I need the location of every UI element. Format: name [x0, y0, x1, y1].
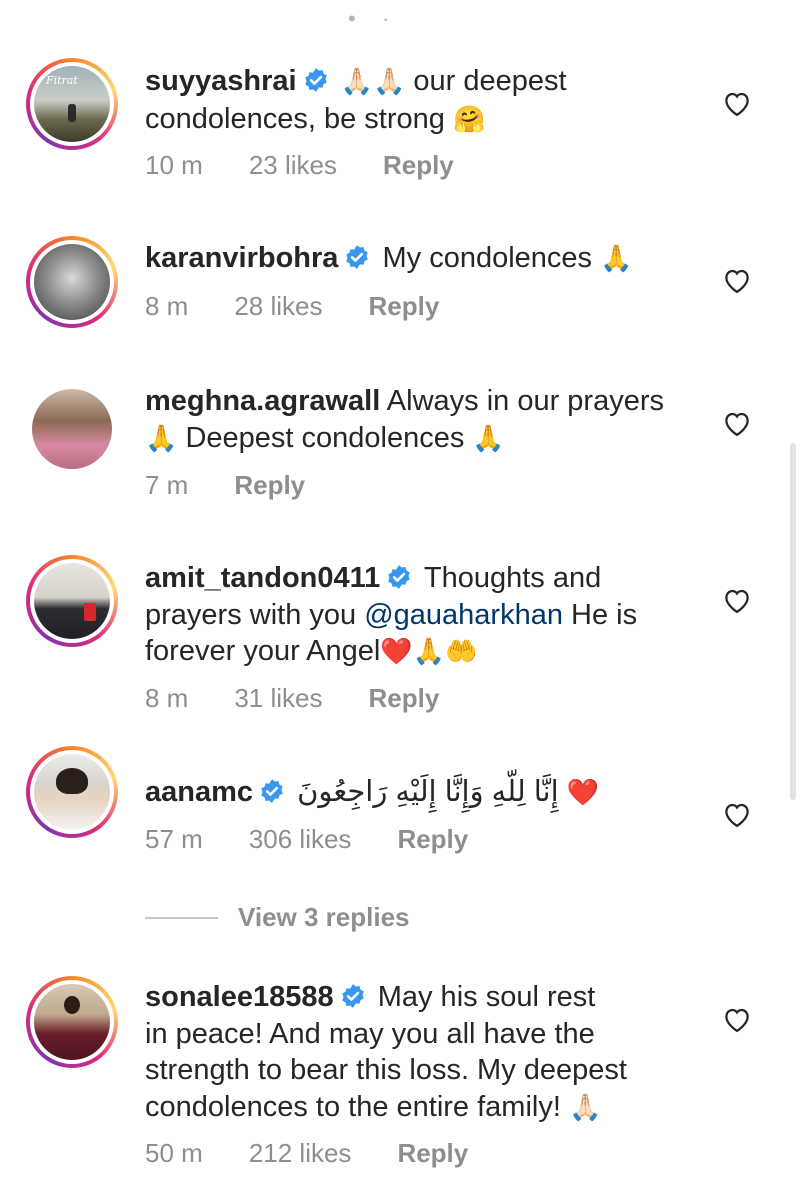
comment-body: Thoughts and [423, 562, 602, 594]
comment-likes[interactable]: 306 likes [249, 824, 352, 854]
heart-outline-icon[interactable] [722, 586, 752, 614]
comment-likes[interactable]: 28 likes [234, 291, 322, 321]
comment-body: Deepest condolences [185, 421, 465, 454]
comment-username[interactable]: karanvirbohra [145, 242, 338, 274]
avatar[interactable] [26, 555, 118, 647]
comment-likes[interactable]: 31 likes [234, 683, 322, 713]
comment-username[interactable]: aanamc [145, 776, 253, 808]
more-indicator-dots: • · [348, 6, 400, 31]
heart-outline-icon[interactable] [722, 266, 752, 294]
comment-text: aanamc إِنَّا لِلّهِ وَإِنَّا إِلَيْهِ ر… [145, 774, 685, 812]
comment-time: 50 m [145, 1138, 203, 1168]
verified-badge-icon [388, 565, 411, 589]
comment-text: amit_tandon0411 Thoughts and prayers wit… [145, 560, 685, 671]
view-replies-button[interactable]: View 3 replies [145, 902, 410, 933]
comment-likes[interactable]: 23 likes [249, 150, 337, 180]
mention-link[interactable]: @gauaharkhan [364, 599, 563, 631]
comment-username[interactable]: sonalee18588 [145, 981, 334, 1013]
comment-body: condolences, be strong [145, 102, 445, 135]
comment-body: Always in our prayers [386, 385, 664, 417]
comment-text: karanvirbohra My condolences 🙏 [145, 240, 685, 278]
verified-badge-icon [341, 984, 364, 1008]
heart-outline-icon[interactable] [722, 800, 752, 828]
comment-body: May his soul rest [377, 981, 596, 1013]
comment-time: 57 m [145, 824, 203, 854]
reply-button[interactable]: Reply [369, 683, 440, 713]
hugging-face-emoji: 🤗 [452, 104, 486, 135]
comment-body: prayers with you [145, 598, 357, 631]
comment-body: condolences to the entire family! [145, 1090, 561, 1123]
avatar[interactable] [26, 746, 118, 838]
comment-body: My condolences [382, 242, 593, 274]
heart-outline-icon[interactable] [722, 409, 752, 437]
comment-text: meghna.agrawall Always in our prayers 🙏 … [145, 383, 685, 457]
comment-username[interactable]: amit_tandon0411 [145, 562, 380, 594]
heart-hands-emoji: ❤️🙏🤲 [380, 637, 478, 667]
reply-button[interactable]: Reply [234, 470, 305, 500]
reply-button[interactable]: Reply [369, 291, 440, 321]
verified-badge-icon [346, 245, 369, 269]
comment-meta: 57 m 306 likes Reply [145, 824, 514, 855]
comment-meta: 8 m 28 likes Reply [145, 291, 485, 322]
heart-outline-icon[interactable] [722, 1005, 752, 1033]
reply-button[interactable]: Reply [397, 824, 468, 854]
comment-body: forever your Angel [145, 635, 381, 667]
comment-text: suyyashrai 🙏🏻🙏🏻 our deepest condolences,… [145, 63, 685, 138]
verified-badge-icon [304, 68, 327, 92]
folded-hands-emoji: 🙏 [145, 423, 178, 454]
comment-username[interactable]: suyyashrai [145, 65, 297, 97]
avatar[interactable]: Fitrat [26, 58, 118, 150]
divider [145, 916, 218, 919]
folded-hands-emoji: 🙏🏻 [568, 1092, 602, 1123]
comment-body: strength to bear this loss. My deepest [145, 1054, 627, 1086]
comment-body: He is [571, 598, 638, 631]
folded-hands-emoji: 🙏 [472, 423, 505, 454]
comment-username[interactable]: meghna.agrawall [145, 385, 380, 417]
heart-outline-icon[interactable] [722, 89, 752, 117]
reply-button[interactable]: Reply [383, 150, 454, 180]
comment-text: sonalee18588 May his soul rest in peace!… [145, 979, 685, 1126]
comment-meta: 50 m 212 likes Reply [145, 1138, 514, 1169]
view-replies-label: View 3 replies [238, 902, 410, 932]
avatar[interactable] [26, 236, 118, 328]
comment-likes[interactable]: 212 likes [249, 1138, 352, 1168]
comment-body: our deepest [413, 65, 567, 97]
comment-meta: 10 m 23 likes Reply [145, 150, 500, 181]
scrollbar[interactable] [790, 443, 796, 800]
comment-time: 8 m [145, 291, 189, 321]
folded-hands-emoji: 🙏 [600, 244, 633, 274]
comment-time: 10 m [145, 150, 203, 180]
comment-time: 7 m [145, 470, 189, 500]
comment-time: 8 m [145, 683, 189, 713]
comment-body: in peace! And may you all have the [145, 1017, 595, 1050]
avatar[interactable] [26, 976, 118, 1068]
verified-badge-icon [261, 779, 283, 803]
avatar-caption: Fitrat [46, 74, 78, 87]
comment-body: إِنَّا لِلّهِ وَإِنَّا إِلَيْهِ رَاجِعُو… [297, 776, 559, 808]
folded-hands-emoji: 🙏🏻🙏🏻 [340, 67, 406, 97]
avatar[interactable] [26, 383, 118, 475]
reply-button[interactable]: Reply [397, 1138, 468, 1168]
comment-meta: 8 m 31 likes Reply [145, 683, 485, 714]
comment-meta: 7 m Reply [145, 470, 351, 501]
red-heart-emoji: ❤️ [566, 778, 600, 808]
